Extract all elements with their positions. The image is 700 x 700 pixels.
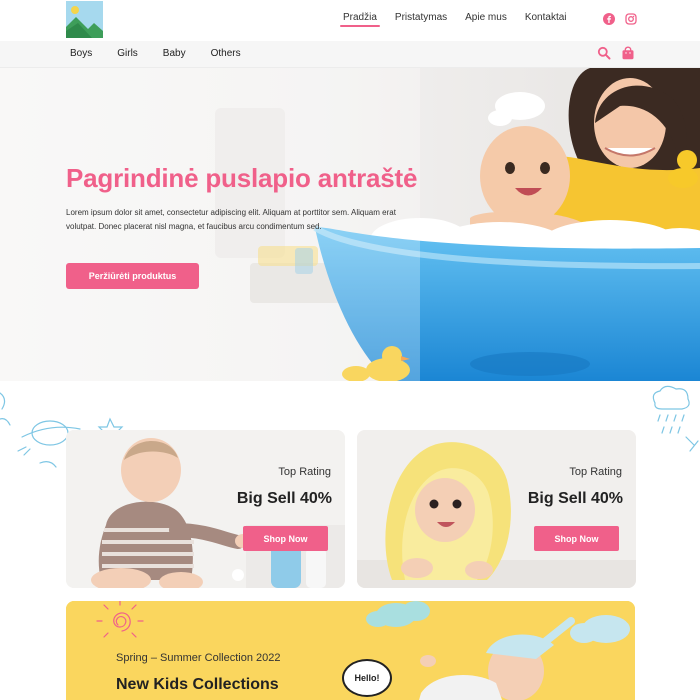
shop-actions <box>597 46 635 65</box>
image-placeholder-icon <box>66 1 103 38</box>
card-subtitle: Top Rating <box>569 466 622 478</box>
hero-description: Lorem ipsum dolor sit amet, consectetur … <box>66 208 396 231</box>
instagram-icon[interactable] <box>625 12 637 25</box>
banner-title: New Kids Collections <box>116 676 279 693</box>
view-products-button[interactable]: Peržiūrėti produktus <box>66 263 199 289</box>
search-icon[interactable] <box>597 46 611 65</box>
nav-item-kontaktai[interactable]: Kontaktai <box>525 12 567 23</box>
facebook-icon[interactable] <box>603 12 615 25</box>
shop-now-button[interactable]: Shop Now <box>534 526 619 551</box>
shop-now-button[interactable]: Shop Now <box>243 526 328 551</box>
category-boys[interactable]: Boys <box>70 48 92 59</box>
category-others[interactable]: Others <box>211 48 241 59</box>
nav-item-pristatymas[interactable]: Pristatymas <box>395 12 447 23</box>
hero-section: Pagrindinė puslapio antraštė Lorem ipsum… <box>0 68 700 381</box>
card-subtitle: Top Rating <box>278 466 331 478</box>
hello-speech-bubble: Hello! <box>342 659 392 697</box>
promo-card-1[interactable]: Top Rating Big Sell 40% Shop Now <box>66 430 345 588</box>
nav-item-apie-mus[interactable]: Apie mus <box>465 12 507 23</box>
hero-title: Pagrindinė puslapio antraštė <box>66 163 418 193</box>
category-bar: Boys Girls Baby Others <box>0 41 700 68</box>
card-title: Big Sell 40% <box>527 490 623 507</box>
baby-towel-photo <box>357 430 636 588</box>
shopping-bag-icon[interactable] <box>621 46 635 65</box>
main-navigation: Pradžia Pristatymas Apie mus Kontaktai <box>340 12 567 27</box>
logo[interactable] <box>66 1 103 38</box>
category-baby[interactable]: Baby <box>163 48 186 59</box>
top-header: Pradžia Pristatymas Apie mus Kontaktai <box>0 0 700 41</box>
category-girls[interactable]: Girls <box>117 48 138 59</box>
summer-collection-banner: Spring – Summer Collection 2022 New Kids… <box>66 601 635 700</box>
card-title: Big Sell 40% <box>236 490 332 507</box>
baby-sitting-photo <box>66 430 345 588</box>
social-links <box>603 12 637 25</box>
category-navigation: Boys Girls Baby Others <box>70 48 241 59</box>
nav-item-pradzia[interactable]: Pradžia <box>340 12 380 27</box>
page: Pradžia Pristatymas Apie mus Kontaktai B… <box>0 0 700 700</box>
promo-card-2[interactable]: Top Rating Big Sell 40% Shop Now <box>357 430 636 588</box>
banner-subtitle: Spring – Summer Collection 2022 <box>116 652 281 664</box>
